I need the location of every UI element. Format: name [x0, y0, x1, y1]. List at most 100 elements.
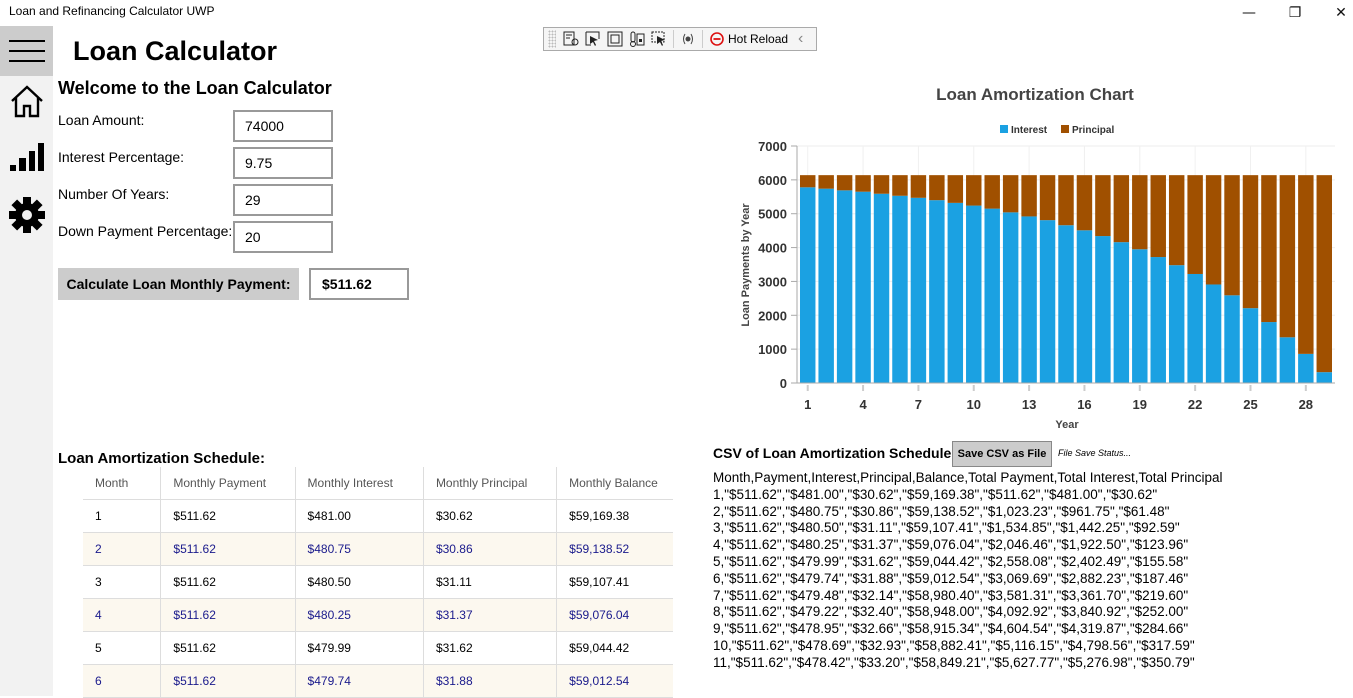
down-payment-label: Down Payment Percentage: [58, 223, 233, 239]
hamburger-menu-button[interactable] [0, 26, 53, 76]
xaml-binding-icon[interactable] [677, 29, 699, 49]
hot-reload-button[interactable]: Hot Reload [706, 32, 792, 46]
select-element-icon[interactable] [582, 29, 604, 49]
x-tick-label: 1 [804, 397, 811, 412]
x-tick-label: 4 [859, 397, 867, 412]
down-payment-input[interactable]: 20 [233, 221, 333, 253]
table-cell: 4 [83, 599, 162, 631]
interest-percentage-label: Interest Percentage: [58, 149, 185, 165]
column-header: Month [83, 467, 162, 499]
x-axis-label: Year [1055, 419, 1079, 430]
csv-line: 6,"$511.62","$479.74","$31.88","$59,012.… [713, 570, 1189, 586]
save-csv-button[interactable]: Save CSV as File [952, 441, 1052, 467]
bar-principal [892, 175, 908, 196]
interest-percentage-input[interactable]: 9.75 [233, 147, 333, 179]
bar-interest [1039, 220, 1056, 383]
table-cell: 3 [83, 566, 162, 598]
bar-principal [836, 175, 853, 191]
csv-line: 7,"$511.62","$479.48","$32.14","$58,980.… [713, 587, 1189, 603]
csv-line: 5,"$511.62","$479.99","$31.62","$59,044.… [713, 553, 1189, 569]
table-cell: $59,076.04 [569, 608, 630, 622]
toolbar-separator [702, 30, 703, 48]
number-of-years-input[interactable]: 29 [233, 184, 333, 216]
table-cell: $511.62 [161, 665, 296, 697]
table-cell: $31.88 [424, 665, 558, 697]
home-icon[interactable] [8, 82, 46, 120]
close-icon: ✕ [1335, 5, 1347, 21]
monthly-payment-result: $511.62 [309, 268, 409, 300]
gear-icon[interactable] [8, 196, 46, 234]
signal-bars-icon[interactable] [8, 138, 46, 176]
file-save-status: File Save Status... [1058, 448, 1132, 458]
csv-line: 11,"$511.62","$478.42","$33.20","$58,849… [713, 654, 1195, 670]
y-tick-label: 0 [780, 376, 787, 391]
table-cell: $30.62 [424, 500, 558, 532]
window-title: Loan and Refinancing Calculator UWP [9, 4, 215, 18]
hamburger-menu-icon [8, 40, 45, 42]
toolbar-separator [673, 30, 674, 48]
track-focus-icon[interactable] [626, 29, 648, 49]
toolbar-grip[interactable] [548, 30, 556, 48]
csv-line: 4,"$511.62","$480.25","$31.37","$59,076.… [713, 537, 1189, 553]
table-cell: $480.75 [296, 533, 424, 565]
minimize-button[interactable]: — [1226, 0, 1272, 26]
legend-swatch [1061, 125, 1069, 133]
live-visual-tree-icon[interactable] [560, 29, 582, 49]
table-cell: $59,012.54 [569, 674, 630, 688]
table-cell: 6 [83, 665, 162, 697]
title-bar: Loan and Refinancing Calculator UWP — ❐ … [0, 0, 1353, 26]
table-row[interactable]: 1 $511.62 $481.00 $30.62 $59,169.38 [83, 500, 673, 533]
column-header: Monthly Interest [296, 467, 424, 499]
calculate-monthly-payment-button[interactable]: Calculate Loan Monthly Payment: [58, 268, 299, 300]
bar-principal [1168, 175, 1185, 266]
table-cell: $481.00 [296, 500, 424, 532]
hamburger-line [8, 50, 45, 52]
table-cell: 1 [83, 500, 162, 532]
csv-line: 3,"$511.62","$480.50","$31.11","$59,107.… [713, 520, 1180, 536]
table-row[interactable]: 3 $511.62 $480.50 $31.11 $59,107.41 [83, 566, 673, 599]
restore-icon: ❐ [1288, 5, 1302, 21]
bar-interest [1076, 230, 1093, 383]
display-layout-adorners-icon[interactable] [604, 29, 626, 49]
binding-failures-icon[interactable] [648, 29, 670, 49]
chart-title: Loan Amortization Chart [936, 85, 1134, 104]
x-tick-label: 13 [1022, 397, 1036, 412]
bar-principal [873, 175, 890, 194]
y-tick-label: 7000 [758, 139, 787, 154]
bar-principal [910, 175, 927, 198]
table-row[interactable]: 2 $511.62 $480.75 $30.86 $59,138.52 [83, 533, 673, 566]
restore-button[interactable]: ❐ [1272, 0, 1318, 26]
close-button[interactable]: ✕ [1318, 0, 1353, 26]
bar-principal [1187, 175, 1203, 274]
column-header: Monthly Balance [569, 476, 658, 490]
amortization-chart-svg: Loan Amortization Chart Interest Principa… [740, 85, 1335, 431]
x-tick-label: 22 [1188, 397, 1202, 412]
loan-amount-label: Loan Amount: [58, 112, 145, 128]
bar-interest [1150, 257, 1166, 383]
csv-text: Month,Payment,Interest,Principal,Balance… [713, 470, 1223, 672]
bar-principal [1279, 175, 1296, 338]
y-tick-label: 5000 [758, 207, 787, 222]
csv-line: 9,"$511.62","$478.95","$32.66","$58,915.… [713, 621, 1189, 637]
bar-interest [1242, 308, 1259, 383]
table-row[interactable]: 6 $511.62 $479.74 $31.88 $59,012.54 [83, 665, 673, 698]
number-of-years-label: Number Of Years: [58, 186, 170, 202]
bar-principal [1150, 175, 1166, 258]
bar-principal [818, 175, 834, 189]
table-header[interactable]: Month Monthly Payment Monthly Interest Mont… [83, 467, 673, 500]
sidebar [0, 26, 53, 696]
table-row[interactable]: 4 $511.62 $480.25 $31.37 $59,076.04 [83, 599, 673, 632]
collapse-toolbar-icon[interactable]: ‹ [798, 30, 803, 48]
bar-principal [1132, 175, 1148, 250]
bar-principal [1076, 175, 1093, 231]
bar-interest [947, 202, 964, 383]
bar-principal [966, 175, 982, 206]
bar-interest [836, 190, 853, 383]
table-cell: $31.11 [424, 566, 558, 598]
no-entry-icon [710, 32, 724, 46]
bar-interest [855, 191, 871, 383]
table-row[interactable]: 5 $511.62 $479.99 $31.62 $59,044.42 [83, 632, 673, 665]
bar-interest [800, 187, 816, 383]
loan-amount-input[interactable]: 74000 [233, 110, 333, 142]
bar-interest [1113, 242, 1130, 383]
